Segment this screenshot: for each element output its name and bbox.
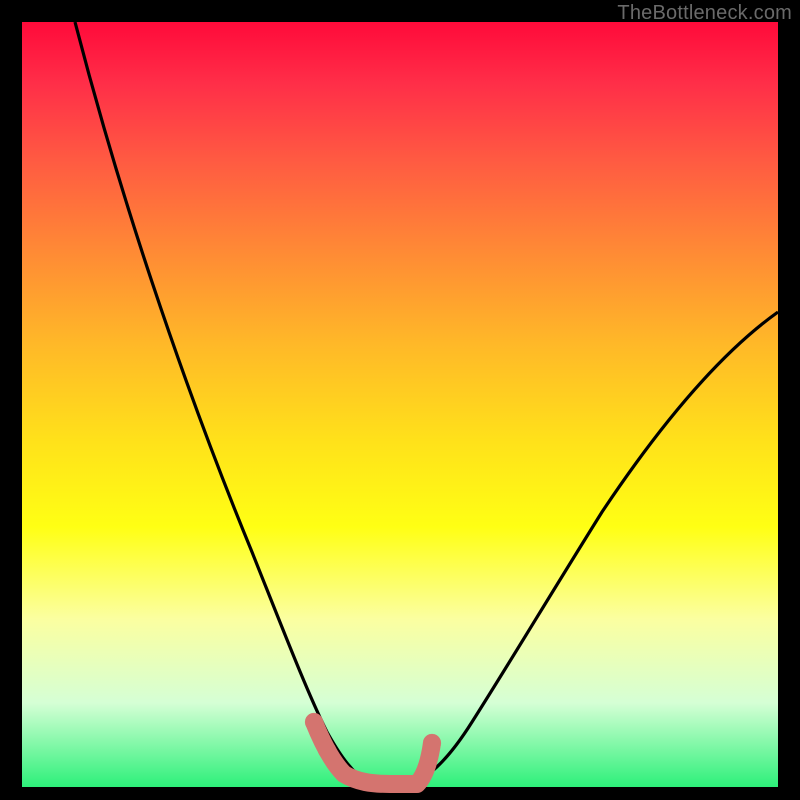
optimal-range-marker-group — [314, 722, 432, 784]
bottleneck-curve-path — [75, 22, 778, 781]
chart-plot-area — [22, 22, 778, 787]
chart-svg — [22, 22, 778, 787]
watermark-text: TheBottleneck.com — [617, 2, 792, 25]
